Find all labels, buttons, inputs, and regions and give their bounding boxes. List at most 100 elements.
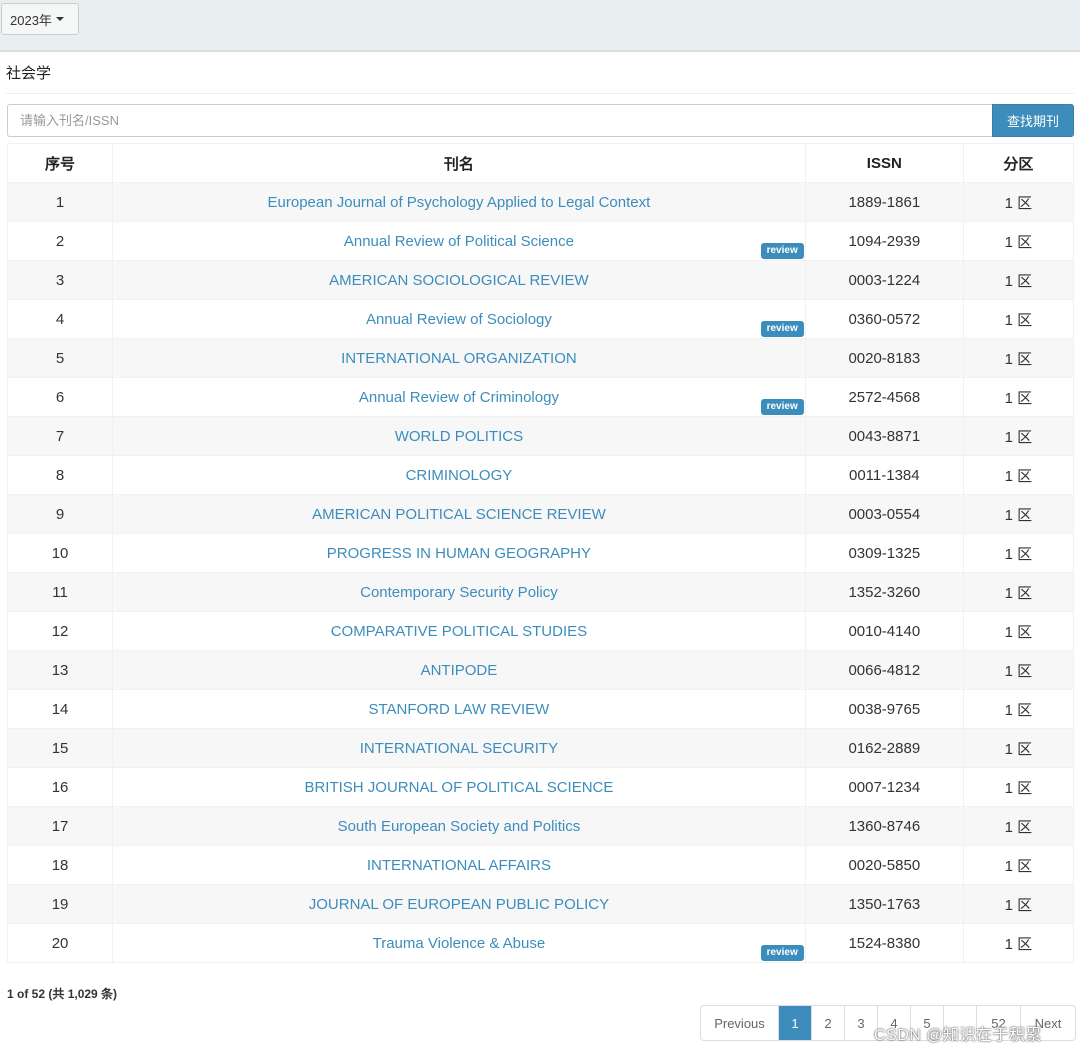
search-button[interactable]: 查找期刊: [992, 104, 1074, 137]
header-name[interactable]: 刊名: [112, 143, 806, 183]
cell-name: Annual Review of Sociology review: [112, 299, 806, 339]
cell-zone: 1 区: [962, 806, 1075, 846]
year-dropdown[interactable]: 2023年: [1, 3, 79, 35]
cell-name-text[interactable]: COMPARATIVE POLITICAL STUDIES: [331, 623, 587, 640]
cell-no: 13: [6, 650, 114, 690]
cell-no-text: 11: [52, 583, 68, 601]
cell-name-text[interactable]: INTERNATIONAL SECURITY: [360, 740, 558, 757]
cell-name: INTERNATIONAL ORGANIZATION: [112, 338, 806, 378]
cell-zone-text: 1 区: [1004, 701, 1033, 719]
cell-name-text[interactable]: Annual Review of Criminology: [359, 389, 559, 406]
page-button-2[interactable]: 2: [812, 1006, 845, 1040]
cell-no: 11: [6, 572, 114, 612]
cell-issn-text: 1360-8746: [848, 817, 921, 835]
cell-issn-text: 0043-8871: [848, 427, 921, 445]
cell-name-text[interactable]: CRIMINOLOGY: [406, 467, 513, 484]
cell-zone-text: 1 区: [1004, 272, 1033, 290]
cell-zone: 1 区: [962, 299, 1075, 339]
cell-no: 16: [6, 767, 114, 807]
cell-issn: 0010-4140: [804, 611, 964, 651]
cell-name: Contemporary Security Policy: [112, 572, 806, 612]
cell-zone-text: 1 区: [1004, 194, 1033, 212]
review-badge: review: [760, 243, 804, 259]
cell-issn-text: 0162-2889: [848, 739, 921, 757]
cell-issn: 1350-1763: [804, 884, 964, 924]
cell-issn: 2572-4568: [804, 377, 964, 417]
cell-issn-text: 0007-1234: [848, 778, 921, 796]
cell-zone: 1 区: [962, 845, 1075, 885]
cell-name-text[interactable]: JOURNAL OF EUROPEAN PUBLIC POLICY: [309, 896, 609, 913]
cell-name-text[interactable]: WORLD POLITICS: [395, 428, 523, 445]
review-badge: review: [760, 945, 804, 961]
cell-zone: 1 区: [962, 728, 1075, 768]
cell-issn: 0011-1384: [804, 455, 964, 495]
header-issn[interactable]: ISSN: [804, 143, 964, 183]
cell-no: 6: [6, 377, 114, 417]
cell-zone-text: 1 区: [1004, 233, 1033, 251]
cell-zone: 1 区: [962, 611, 1075, 651]
cell-issn-text: 0360-0572: [848, 310, 921, 328]
cell-zone: 1 区: [962, 221, 1075, 261]
cell-issn-text: 1889-1861: [848, 193, 921, 211]
cell-name-text[interactable]: INTERNATIONAL ORGANIZATION: [341, 350, 577, 367]
cell-name-text[interactable]: Trauma Violence & Abuse: [373, 935, 546, 952]
cell-name-text[interactable]: AMERICAN SOCIOLOGICAL REVIEW: [329, 272, 589, 289]
cell-no: 7: [6, 416, 114, 456]
cell-zone-text: 1 区: [1004, 779, 1033, 797]
cell-issn: 0066-4812: [804, 650, 964, 690]
cell-no: 18: [6, 845, 114, 885]
cell-name-text[interactable]: Contemporary Security Policy: [360, 584, 558, 601]
cell-issn: 0007-1234: [804, 767, 964, 807]
cell-zone: 1 区: [962, 884, 1075, 924]
cell-zone: 1 区: [962, 767, 1075, 807]
cell-no-text: 8: [55, 466, 65, 484]
page-button-1[interactable]: 1: [779, 1006, 812, 1040]
cell-zone: 1 区: [962, 377, 1075, 417]
table-row: 10 PROGRESS IN HUMAN GEOGRAPHY 0309-1325 1 …: [6, 533, 1075, 573]
cell-name-text[interactable]: Annual Review of Political Science: [344, 233, 574, 250]
caret-down-icon: [55, 17, 64, 21]
cell-name-text[interactable]: European Journal of Psychology Applied t…: [268, 194, 651, 211]
cell-name-text[interactable]: INTERNATIONAL AFFAIRS: [367, 857, 551, 874]
cell-issn-text: 0003-1224: [848, 271, 921, 289]
table-row: 20 Trauma Violence & Abuse review 1524-8380…: [6, 923, 1075, 963]
cell-name-text[interactable]: BRITISH JOURNAL OF POLITICAL SCIENCE: [304, 779, 613, 796]
cell-no-text: 14: [51, 700, 69, 718]
previous-page-button[interactable]: Previous: [701, 1006, 779, 1040]
cell-zone-text: 1 区: [1004, 506, 1033, 524]
cell-name-text[interactable]: ANTIPODE: [421, 662, 498, 679]
cell-no-text: 18: [51, 856, 69, 874]
cell-name-text[interactable]: AMERICAN POLITICAL SCIENCE REVIEW: [312, 506, 606, 523]
cell-no-text: 19: [51, 895, 69, 913]
cell-name: European Journal of Psychology Applied t…: [112, 182, 806, 222]
cell-zone: 1 区: [962, 182, 1075, 222]
cell-name: PROGRESS IN HUMAN GEOGRAPHY: [112, 533, 806, 573]
search-input[interactable]: [7, 104, 992, 137]
cell-issn-text: 1350-1763: [848, 895, 921, 913]
cell-no-text: 1: [55, 193, 65, 211]
cell-issn: 0162-2889: [804, 728, 964, 768]
cell-zone-text: 1 区: [1004, 311, 1033, 329]
cell-zone: 1 区: [962, 923, 1075, 963]
cell-name-text[interactable]: PROGRESS IN HUMAN GEOGRAPHY: [327, 545, 591, 562]
header-no[interactable]: 序号: [6, 143, 114, 183]
table-row: 6 Annual Review of Criminology review 2572-…: [6, 377, 1075, 417]
cell-name-text[interactable]: South European Society and Politics: [338, 818, 581, 835]
total-count-text: (共 1,029 条): [48, 987, 118, 1001]
cell-zone-text: 1 区: [1004, 623, 1033, 641]
cell-name: INTERNATIONAL AFFAIRS: [112, 845, 806, 885]
cell-no: 4: [6, 299, 114, 339]
cell-issn-text: 1524-8380: [848, 934, 921, 952]
cell-name-text[interactable]: STANFORD LAW REVIEW: [368, 701, 549, 718]
cell-zone: 1 区: [962, 260, 1075, 300]
cell-no-text: 9: [55, 505, 65, 523]
cell-name: AMERICAN POLITICAL SCIENCE REVIEW: [112, 494, 806, 534]
cell-issn: 0309-1325: [804, 533, 964, 573]
header-zone[interactable]: 分区: [962, 143, 1075, 183]
cell-name-text[interactable]: Annual Review of Sociology: [366, 311, 552, 328]
cell-issn-text: 0020-5850: [848, 856, 921, 874]
table-row: 3 AMERICAN SOCIOLOGICAL REVIEW 0003-1224 1 …: [6, 260, 1075, 300]
cell-name: JOURNAL OF EUROPEAN PUBLIC POLICY: [112, 884, 806, 924]
cell-no: 8: [6, 455, 114, 495]
cell-no: 15: [6, 728, 114, 768]
